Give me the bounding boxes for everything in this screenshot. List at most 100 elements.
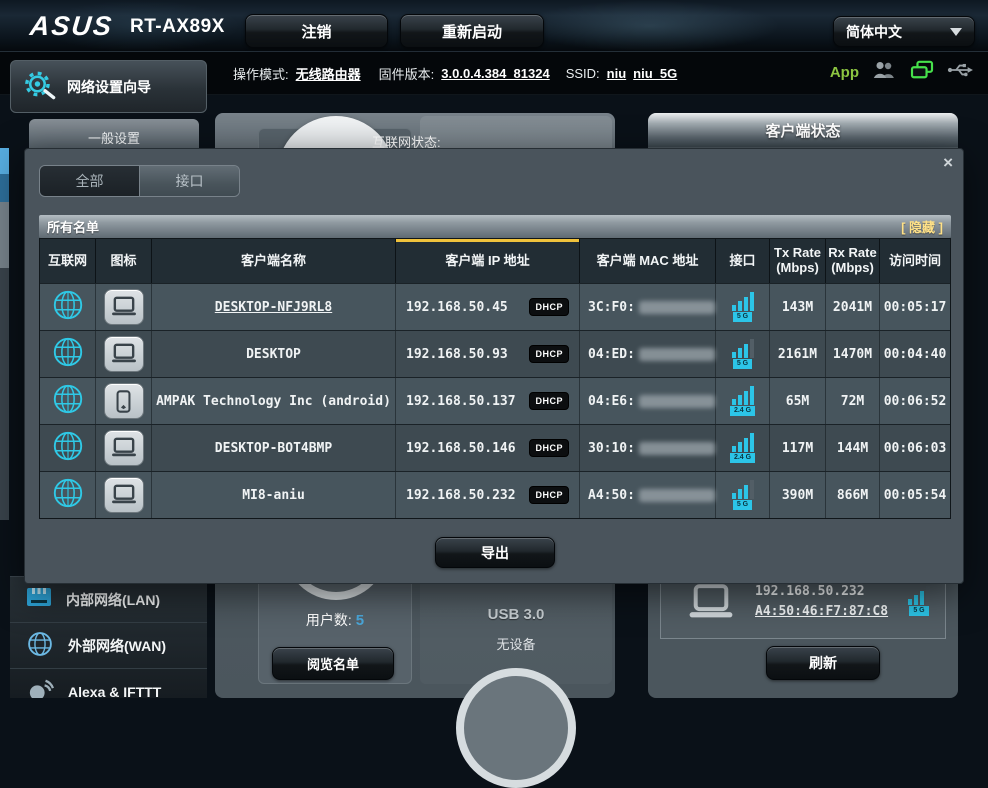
- client-ip: 192.168.50.137: [406, 394, 516, 409]
- header-client-name[interactable]: 客户端名称: [152, 239, 396, 283]
- table-row[interactable]: DESKTOP-NFJ9RL8 192.168.50.45 DHCP 3C:F0…: [40, 283, 950, 330]
- rx-rate-cell: 866M: [826, 472, 880, 518]
- signal-bars-icon: 5 G: [732, 339, 754, 369]
- client-ip-cell: 192.168.50.93 DHCP: [396, 331, 580, 377]
- internet-cell: [40, 378, 96, 424]
- client-name[interactable]: DESKTOP-NFJ9RL8: [215, 300, 332, 315]
- op-mode-link[interactable]: 无线路由器: [296, 64, 361, 83]
- client-name[interactable]: AMPAK Technology Inc (android): [156, 394, 391, 409]
- header-tx-rate[interactable]: Tx Rate (Mbps): [770, 239, 826, 283]
- language-selector[interactable]: 简体中文: [833, 16, 975, 47]
- interface-cell: 5 G: [716, 472, 770, 518]
- tab-interface[interactable]: 接口: [139, 166, 239, 196]
- sidebar-item-label: 内部网络(LAN): [66, 590, 160, 610]
- rx-rate-cell: 1470M: [826, 331, 880, 377]
- access-time-cell: 00:06:03: [880, 425, 950, 471]
- sidebar-item-wan[interactable]: 外部网络(WAN): [10, 623, 207, 669]
- header-client-ip[interactable]: 客户端 IP 地址: [396, 239, 580, 283]
- sidebar-item-setup-wizard[interactable]: 网络设置向导: [10, 60, 207, 113]
- signal-bars-icon: 5 G: [732, 292, 754, 322]
- usb-icon[interactable]: [947, 62, 974, 83]
- client-name-cell: DESKTOP-NFJ9RL8: [152, 284, 396, 330]
- sidebar-item-alexa-ifttt[interactable]: Alexa & IFTTT: [10, 669, 207, 698]
- sidebar-edge-strip: [0, 148, 9, 174]
- header-icon[interactable]: 图标: [96, 239, 152, 283]
- dhcp-badge: DHCP: [529, 486, 569, 504]
- device-icon[interactable]: [104, 336, 144, 372]
- internet-cell: [40, 472, 96, 518]
- mac-redacted-blur: [639, 442, 715, 455]
- client-mac-cell: A4:50:: [580, 472, 716, 518]
- header-internet[interactable]: 互联网: [40, 239, 96, 283]
- close-icon[interactable]: ×: [943, 153, 953, 173]
- internet-cell: [40, 331, 96, 377]
- dhcp-badge: DHCP: [529, 345, 569, 363]
- signal-bars-icon: 2.4 G: [730, 433, 755, 463]
- tx-rate-cell: 117M: [770, 425, 826, 471]
- tx-rate-cell: 65M: [770, 378, 826, 424]
- band-badge: 2.4 G: [730, 453, 755, 463]
- device-icon[interactable]: [104, 430, 144, 466]
- client-name-cell: AMPAK Technology Inc (android): [152, 378, 396, 424]
- app-link[interactable]: App: [830, 64, 859, 81]
- hide-link[interactable]: [ 隐藏 ]: [901, 217, 943, 236]
- client-table: 互联网 图标 客户端名称 客户端 IP 地址 客户端 MAC 地址 接口 Tx …: [39, 238, 951, 519]
- interface-cell: 5 G: [716, 331, 770, 377]
- access-time-cell: 00:05:17: [880, 284, 950, 330]
- ssid-link-primary[interactable]: niu: [607, 66, 627, 81]
- interface-cell: 2.4 G: [716, 425, 770, 471]
- header-access-time[interactable]: 访问时间: [880, 239, 950, 283]
- client-ip: 192.168.50.146: [406, 441, 516, 456]
- header-client-mac[interactable]: 客户端 MAC 地址: [580, 239, 716, 283]
- client-device-icon[interactable]: [685, 581, 737, 630]
- mac-redacted-blur: [639, 301, 715, 314]
- firmware-label: 固件版本:: [379, 64, 435, 83]
- wifi-clients-icon[interactable]: [910, 60, 934, 85]
- rx-rate-cell: 72M: [826, 378, 880, 424]
- client-name[interactable]: DESKTOP-BOT4BMP: [215, 441, 332, 456]
- device-icon-cell: [96, 284, 152, 330]
- ssid-link-5g[interactable]: niu_5G: [633, 66, 677, 81]
- usb-status: 无设备: [420, 634, 612, 653]
- globe-icon: [51, 429, 85, 468]
- header-rx-rate[interactable]: Rx Rate (Mbps): [826, 239, 880, 283]
- header-interface[interactable]: 接口: [716, 239, 770, 283]
- client-ip-cell: 192.168.50.45 DHCP: [396, 284, 580, 330]
- band-badge: 5 G: [733, 312, 752, 322]
- globe-icon: [51, 288, 85, 327]
- device-icon-cell: [96, 378, 152, 424]
- device-icon-cell: [96, 472, 152, 518]
- client-mac-link[interactable]: A4:50:46:F7:87:C8: [755, 604, 888, 619]
- tab-all[interactable]: 全部: [40, 166, 139, 196]
- client-ip-cell: 192.168.50.137 DHCP: [396, 378, 580, 424]
- rx-rate-cell: 144M: [826, 425, 880, 471]
- users-icon[interactable]: [872, 61, 897, 84]
- table-row[interactable]: AMPAK Technology Inc (android) 192.168.5…: [40, 377, 950, 424]
- device-icon[interactable]: [104, 383, 144, 419]
- table-row[interactable]: MI8-aniu 192.168.50.232 DHCP A4:50: 5 G …: [40, 471, 950, 518]
- logout-button[interactable]: 注销: [245, 14, 388, 48]
- chevron-down-icon: [950, 28, 962, 36]
- export-button[interactable]: 导出: [435, 537, 555, 568]
- band-badge: 2.4 G: [730, 406, 755, 416]
- table-row[interactable]: DESKTOP 192.168.50.93 DHCP 04:ED: 5 G 21…: [40, 330, 950, 377]
- sidebar-item-label: 外部网络(WAN): [68, 636, 166, 656]
- access-time-cell: 00:05:54: [880, 472, 950, 518]
- refresh-button[interactable]: 刷新: [766, 646, 880, 680]
- client-mac-prefix: 04:E6:: [588, 394, 635, 409]
- client-mac-cell: 04:ED:: [580, 331, 716, 377]
- device-icon[interactable]: [104, 289, 144, 325]
- table-row[interactable]: DESKTOP-BOT4BMP 192.168.50.146 DHCP 30:1…: [40, 424, 950, 471]
- view-list-button[interactable]: 阅览名单: [272, 647, 394, 680]
- reboot-button[interactable]: 重新启动: [400, 14, 544, 48]
- client-name[interactable]: MI8-aniu: [242, 488, 305, 503]
- firmware-link[interactable]: 3.0.0.4.384_81324: [441, 66, 549, 81]
- alexa-icon: [26, 678, 54, 698]
- interface-cell: 2.4 G: [716, 378, 770, 424]
- device-icon[interactable]: [104, 477, 144, 513]
- dhcp-badge: DHCP: [529, 298, 569, 316]
- client-list-tabs: 全部 接口: [39, 165, 240, 197]
- client-name[interactable]: DESKTOP: [246, 347, 301, 362]
- globe-icon: [26, 630, 54, 661]
- client-status-header[interactable]: 客户端状态: [648, 113, 958, 147]
